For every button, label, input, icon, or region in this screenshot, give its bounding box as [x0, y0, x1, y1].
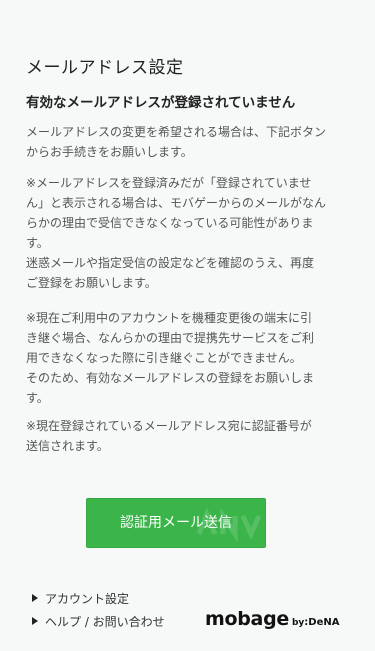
paragraph-line: らかの理由で受信できなくなっている可能性がありま	[26, 216, 314, 230]
logo-company: :DeNA	[304, 617, 340, 628]
paragraph-auth-code: ※現在登録されているメールアドレス宛に認証番号が 送信されます。	[26, 416, 352, 456]
mobage-logo: mobage by:DeNA	[205, 608, 339, 632]
paragraph-line: ※現在ご利用中のアカウントを機種変更後の端末に引	[26, 311, 313, 325]
paragraph-receive-issue: ※メールアドレスを登録済みだが「登録されていませ ん」と表示される場合は、モバゲ…	[26, 173, 352, 293]
triangle-right-icon	[32, 594, 38, 602]
paragraph-line: ※現在登録されているメールアドレス宛に認証番号が	[26, 419, 312, 433]
paragraph-change-request: メールアドレスの変更を希望される場合は、下記ボタン からお手続きをお願いします。	[26, 122, 352, 162]
send-auth-mail-button-label: 認証用メール送信	[120, 515, 232, 531]
paragraph-line: 用できなくなった際に引き継ぐことができません。	[26, 351, 302, 365]
paragraph-line: そのため、有効なメールアドレスの登録をお願いしま	[26, 371, 315, 385]
paragraph-line: き継ぐ場合、なんらかの理由で提携先サービスをご利	[26, 331, 315, 345]
page-title: メールアドレス設定	[26, 58, 184, 78]
paragraph-line: ※メールアドレスを登録済みだが「登録されていませ	[26, 176, 312, 190]
account-settings-link[interactable]: アカウント設定	[32, 590, 129, 607]
account-settings-label: アカウント設定	[45, 592, 130, 606]
paragraph-line: す。	[26, 236, 49, 250]
send-auth-mail-button[interactable]: 認証用メール送信	[86, 498, 266, 548]
paragraph-line: ご登録をお願いします。	[26, 276, 157, 290]
warning-headline: 有効なメールアドレスが登録されていません	[26, 95, 296, 111]
help-contact-label: ヘルプ / お問い合わせ	[45, 615, 165, 629]
paragraph-line: す。	[26, 391, 49, 405]
paragraph-line: メールアドレスの変更を希望される場合は、下記ボタン	[26, 125, 327, 139]
paragraph-device-transfer: ※現在ご利用中のアカウントを機種変更後の端末に引 き継ぐ場合、なんらかの理由で提…	[26, 308, 352, 408]
paragraph-line: 迷惑メールや指定受信の設定などを確認のうえ、再度	[26, 256, 315, 270]
help-contact-link[interactable]: ヘルプ / お問い合わせ	[32, 613, 165, 630]
page: メールアドレス設定 有効なメールアドレスが登録されていません メールアドレスの変…	[0, 0, 375, 651]
paragraph-line: 送信されます。	[26, 439, 109, 453]
paragraph-line: からお手続きをお願いします。	[26, 145, 193, 159]
paragraph-line: ん」と表示される場合は、モバゲーからのメールがなん	[26, 196, 327, 210]
logo-wordmark: mobage	[205, 608, 289, 630]
triangle-right-icon	[32, 617, 38, 625]
logo-by: by	[291, 618, 305, 628]
